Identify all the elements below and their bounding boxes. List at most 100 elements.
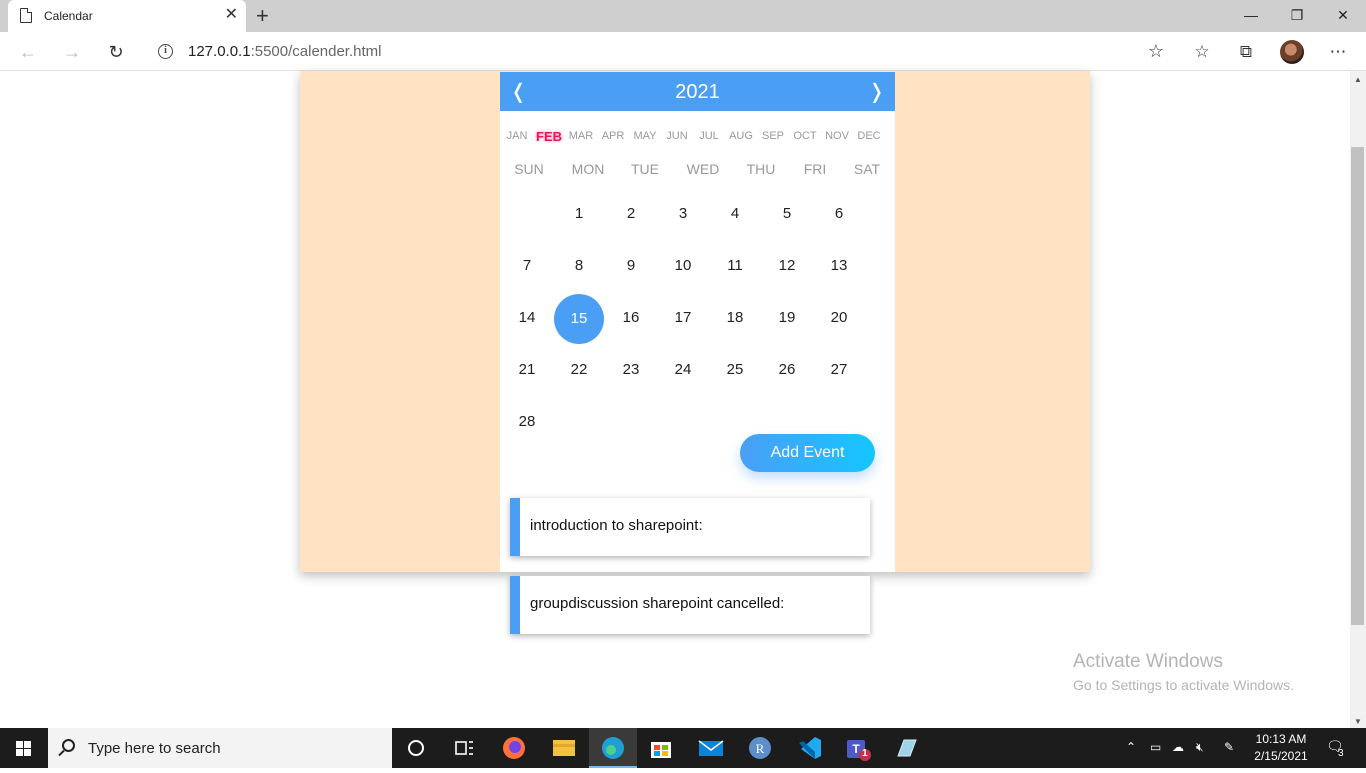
- info-icon[interactable]: i: [158, 44, 173, 59]
- day-cell[interactable]: 6: [814, 189, 864, 239]
- chevron-up-icon[interactable]: ⌃: [1126, 740, 1136, 754]
- profile-avatar[interactable]: [1280, 40, 1304, 64]
- address-bar[interactable]: i 127.0.0.1:5500/calender.html ☆: [146, 36, 1174, 67]
- month-apr[interactable]: APR: [597, 130, 629, 142]
- weekday-mon: MON: [571, 161, 605, 177]
- clock-date: 2/15/2021: [1254, 749, 1308, 763]
- day-cell[interactable]: 20: [814, 293, 864, 343]
- watermark-subtitle: Go to Settings to activate Windows.: [1073, 677, 1294, 693]
- day-cell[interactable]: 19: [762, 293, 812, 343]
- scrollbar-thumb[interactable]: [1351, 147, 1364, 625]
- day-cell[interactable]: 12: [762, 241, 812, 291]
- day-cell[interactable]: 11: [710, 241, 760, 291]
- month-jul[interactable]: JUL: [693, 130, 725, 142]
- day-cell[interactable]: 16: [606, 293, 656, 343]
- tab-close-icon[interactable]: ✕: [225, 6, 238, 24]
- forward-arrow-icon[interactable]: →: [60, 40, 84, 64]
- weekday-sat: SAT: [853, 161, 881, 177]
- day-cell[interactable]: 3: [658, 189, 708, 239]
- url-host: 127.0.0.1: [188, 43, 251, 60]
- day-cell[interactable]: 5: [762, 189, 812, 239]
- restore-button[interactable]: ❐: [1274, 0, 1320, 32]
- weekday-wed: WED: [686, 161, 720, 177]
- day-cell[interactable]: 28: [502, 397, 552, 447]
- firefox-icon[interactable]: [490, 728, 538, 768]
- day-cell[interactable]: 13: [814, 241, 864, 291]
- teams-icon[interactable]: T 1: [834, 728, 882, 768]
- url-path: :5500/calender.html: [250, 43, 382, 60]
- scroll-up-icon[interactable]: ▲: [1354, 75, 1362, 84]
- battery-icon[interactable]: ▭: [1150, 740, 1161, 754]
- month-may[interactable]: MAY: [629, 130, 661, 142]
- day-cell[interactable]: 2: [606, 189, 656, 239]
- day-cell-today[interactable]: 15: [554, 294, 604, 344]
- day-cell[interactable]: 7: [502, 241, 552, 291]
- day-cell[interactable]: 1: [554, 189, 604, 239]
- day-cell[interactable]: 10: [658, 241, 708, 291]
- month-aug[interactable]: AUG: [725, 130, 757, 142]
- tab-calendar[interactable]: Calendar ✕: [8, 0, 246, 32]
- month-oct[interactable]: OCT: [789, 130, 821, 142]
- notification-count: 3: [1338, 748, 1344, 759]
- taskbar-clock[interactable]: 10:13 AM 2/15/2021: [1250, 731, 1312, 765]
- day-cell[interactable]: 22: [554, 345, 604, 395]
- day-cell[interactable]: 14: [502, 293, 552, 343]
- file-explorer-icon[interactable]: [540, 728, 588, 768]
- onedrive-icon[interactable]: ☁: [1172, 740, 1184, 754]
- search-icon: [62, 739, 75, 752]
- month-jan[interactable]: JAN: [501, 130, 533, 142]
- month-sep[interactable]: SEP: [757, 130, 789, 142]
- svg-text:R: R: [756, 741, 765, 756]
- back-arrow-icon[interactable]: ←: [16, 40, 40, 64]
- cortana-icon[interactable]: [392, 728, 440, 768]
- refresh-icon[interactable]: ↻: [104, 40, 128, 64]
- day-cell[interactable]: 8: [554, 241, 604, 291]
- day-cell[interactable]: 25: [710, 345, 760, 395]
- r-app-icon[interactable]: R: [736, 728, 784, 768]
- day-cell[interactable]: 26: [762, 345, 812, 395]
- edge-icon[interactable]: [589, 728, 637, 768]
- day-cell[interactable]: 21: [502, 345, 552, 395]
- scroll-down-icon[interactable]: ▼: [1354, 717, 1362, 726]
- more-icon[interactable]: ⋯: [1326, 40, 1350, 64]
- collections-icon[interactable]: ⧉: [1234, 40, 1258, 64]
- month-feb[interactable]: FEB: [533, 129, 565, 144]
- day-cell[interactable]: 24: [658, 345, 708, 395]
- event-card[interactable]: groupdiscussion sharepoint cancelled:: [510, 576, 870, 634]
- day-cell[interactable]: 27: [814, 345, 864, 395]
- month-list: JAN FEB MAR APR MAY JUN JUL AUG SEP OCT NOV DEC: [500, 129, 895, 146]
- new-tab-button[interactable]: +: [256, 3, 269, 29]
- activation-watermark: Activate Windows Go to Settings to activ…: [1073, 651, 1294, 693]
- page-scrollbar[interactable]: ▲ ▼: [1350, 71, 1366, 728]
- task-view-icon[interactable]: [440, 728, 488, 768]
- watermark-title: Activate Windows: [1073, 651, 1223, 672]
- event-text: introduction to sharepoint:: [530, 517, 703, 534]
- day-cell[interactable]: 9: [606, 241, 656, 291]
- tab-strip: Calendar ✕ + — ❐ ✕: [0, 0, 1366, 32]
- taskbar-search[interactable]: Type here to search: [48, 728, 392, 768]
- next-year-button[interactable]: ❭: [868, 80, 885, 104]
- notepad-icon[interactable]: [882, 728, 930, 768]
- store-icon[interactable]: [637, 728, 685, 768]
- add-event-button[interactable]: Add Event: [740, 434, 875, 472]
- month-mar[interactable]: MAR: [565, 130, 597, 142]
- mail-icon[interactable]: [687, 728, 735, 768]
- windows-start-icon[interactable]: [0, 728, 48, 768]
- pen-icon[interactable]: ✎: [1224, 740, 1234, 754]
- event-card[interactable]: introduction to sharepoint:: [510, 498, 870, 556]
- vscode-icon[interactable]: [785, 728, 833, 768]
- weekday-sun: SUN: [514, 161, 544, 177]
- minimize-button[interactable]: —: [1228, 0, 1274, 32]
- month-jun[interactable]: JUN: [661, 130, 693, 142]
- window-close-button[interactable]: ✕: [1320, 0, 1366, 32]
- day-cell[interactable]: 17: [658, 293, 708, 343]
- search-placeholder: Type here to search: [88, 740, 221, 757]
- day-cell[interactable]: 4: [710, 189, 760, 239]
- month-dec[interactable]: DEC: [853, 130, 885, 142]
- volume-muted-icon[interactable]: 🔇︎: [1196, 740, 1204, 755]
- day-cell[interactable]: 18: [710, 293, 760, 343]
- month-nov[interactable]: NOV: [821, 130, 853, 142]
- day-cell[interactable]: 23: [606, 345, 656, 395]
- favorites-icon[interactable]: ☆: [1190, 40, 1214, 64]
- add-favorite-icon[interactable]: ☆: [1148, 41, 1164, 62]
